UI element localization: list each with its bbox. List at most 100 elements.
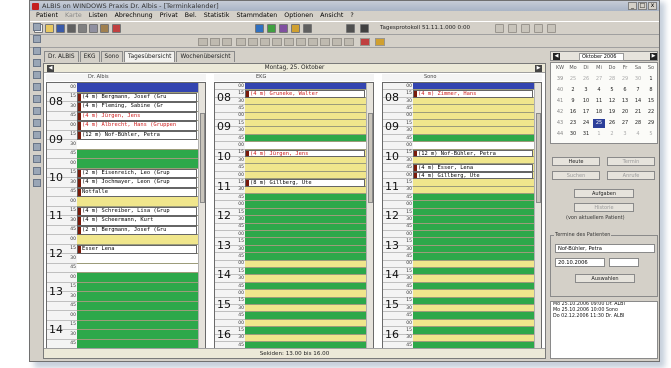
time-slot[interactable] <box>383 312 541 320</box>
mini-day[interactable]: 28 <box>632 119 644 128</box>
time-slot[interactable] <box>47 149 205 159</box>
copy-icon[interactable] <box>89 24 98 33</box>
appointment-entry[interactable]: (4 m) Gillberg, Ute <box>413 171 533 180</box>
mini-day[interactable]: 8 <box>645 86 657 95</box>
patient-icon[interactable] <box>112 24 121 33</box>
status-icon-b[interactable] <box>508 24 517 33</box>
layout-tool-icon-0[interactable] <box>198 38 208 46</box>
time-slot[interactable] <box>47 263 205 273</box>
time-slot[interactable] <box>47 311 205 321</box>
save-icon[interactable] <box>56 24 65 33</box>
tab-4[interactable]: Wochenübersicht <box>176 51 235 62</box>
column-scrollbar[interactable] <box>198 83 205 348</box>
appointment-log-line[interactable]: Do 02.12.2006 11:30 Dr. ALBI <box>551 314 657 320</box>
mini-day[interactable]: 9 <box>567 97 579 106</box>
appointment-entry[interactable]: (4 m) Zimmer, Hans <box>413 90 533 98</box>
time-slot[interactable] <box>215 83 373 91</box>
menu-item-5[interactable]: Bel. <box>185 11 197 20</box>
time-slot[interactable] <box>215 305 373 313</box>
menu-item-9[interactable]: Ansicht <box>320 11 343 20</box>
scrollbar-thumb[interactable] <box>536 113 541 203</box>
tab-0[interactable]: Dr. ALBIS <box>44 51 79 62</box>
mini-day[interactable]: 29 <box>645 119 657 128</box>
phone-icon[interactable] <box>303 24 312 33</box>
time-slot[interactable] <box>383 334 541 342</box>
appointment-entry[interactable]: (12 m) Nof-Bühler, Petra <box>413 149 533 157</box>
mini-day[interactable]: 3 <box>580 86 592 95</box>
time-slot[interactable] <box>215 142 373 150</box>
time-slot[interactable] <box>47 254 205 264</box>
time-slot[interactable] <box>47 140 205 150</box>
time-slot[interactable] <box>383 238 541 246</box>
mini-day[interactable]: 18 <box>593 108 605 117</box>
time-slot[interactable] <box>215 268 373 276</box>
search-icon[interactable] <box>346 24 355 33</box>
appointment-entry[interactable]: (4 m) Albrecht, Hans (Gruppen <box>77 121 197 131</box>
time-slot[interactable] <box>215 134 373 143</box>
layout-tool-icon-8[interactable] <box>296 38 306 46</box>
appointment-entry[interactable]: Esser Lena <box>77 244 197 254</box>
time-slot[interactable] <box>215 223 373 231</box>
mini-day[interactable]: 17 <box>580 108 592 117</box>
menu-item-8[interactable]: Optionen <box>284 11 313 20</box>
time-slot[interactable] <box>383 127 541 135</box>
quick-bar-icon-8[interactable] <box>33 119 41 127</box>
appointment-entry[interactable]: (4 m) Schreiber, Lisa (Grup <box>77 206 197 216</box>
title-bar[interactable]: ALBIS on WINDOWS Praxis Dr. Albis - [Ter… <box>30 1 659 11</box>
time-slot[interactable] <box>47 282 205 292</box>
lab-icon[interactable] <box>279 24 288 33</box>
appointment-entry[interactable]: (4 m) Esser, Lena <box>413 164 533 172</box>
time-slot[interactable] <box>215 297 373 305</box>
print-icon[interactable] <box>67 24 76 33</box>
appointment-entry[interactable]: (4 m) Gruneke, Walter <box>245 90 365 98</box>
mini-day[interactable]: 31 <box>580 130 592 139</box>
column-scrollbar[interactable] <box>366 83 373 348</box>
time-slot[interactable] <box>383 253 541 261</box>
mini-day[interactable]: 2 <box>606 130 618 139</box>
tab-3[interactable]: Tagesübersicht <box>123 51 176 62</box>
maximize-button[interactable]: □ <box>638 2 647 10</box>
quick-bar-icon-12[interactable] <box>33 167 41 175</box>
layout-tool-icon-11[interactable] <box>332 38 342 46</box>
quick-bar-icon-0[interactable] <box>33 23 41 31</box>
layout-tool-icon-7[interactable] <box>284 38 294 46</box>
mini-day[interactable]: 25 <box>593 119 605 128</box>
mini-day[interactable]: 1 <box>593 130 605 139</box>
appointment-entry[interactable]: (12 m) Nof-Bühler, Petra <box>77 130 197 140</box>
mini-calendar-month[interactable]: Oktober 2006 <box>579 53 624 61</box>
mini-day[interactable]: 11 <box>593 97 605 106</box>
patient-appointment-list[interactable]: Mo 25.10.2006 09:00 Dr. ALBI Mo 25.10.200… <box>550 301 658 359</box>
mini-next-month-icon[interactable]: ▶ <box>650 53 657 60</box>
status-icon-d[interactable] <box>534 24 543 33</box>
layout-tool-icon-13[interactable] <box>360 38 370 46</box>
time-slot[interactable] <box>215 120 373 128</box>
time-slot[interactable] <box>383 305 541 313</box>
calendar-icon[interactable] <box>255 24 264 33</box>
time-slot[interactable] <box>383 275 541 283</box>
menu-item-2[interactable]: Listen <box>89 11 108 20</box>
layout-tool-icon-1[interactable] <box>210 38 220 46</box>
time-slot[interactable] <box>383 157 541 165</box>
time-slot[interactable] <box>215 238 373 246</box>
mini-day[interactable]: 15 <box>645 97 657 106</box>
time-slot[interactable] <box>215 312 373 320</box>
mini-day[interactable]: 30 <box>567 130 579 139</box>
mini-day[interactable]: 4 <box>632 130 644 139</box>
time-slot[interactable] <box>215 334 373 342</box>
mini-day[interactable]: 1 <box>645 75 657 84</box>
calendar-column-2[interactable]: 00 15 30 45 08 00 15 30 45 09 00 15 30 45 10 00 15 30 45 11… <box>382 82 542 349</box>
mini-day[interactable]: 26 <box>606 119 618 128</box>
time-slot[interactable] <box>215 253 373 261</box>
mini-day[interactable]: 10 <box>580 97 592 106</box>
time-slot[interactable] <box>215 201 373 209</box>
time-slot[interactable] <box>383 268 541 276</box>
mini-day[interactable]: 29 <box>619 75 631 84</box>
mini-day[interactable]: 12 <box>606 97 618 106</box>
time-slot[interactable] <box>215 327 373 335</box>
quick-bar-icon-13[interactable] <box>33 179 41 187</box>
font-icon[interactable] <box>360 24 369 33</box>
time-slot[interactable] <box>383 134 541 143</box>
quick-bar-icon-7[interactable] <box>33 107 41 115</box>
mini-day[interactable]: 30 <box>632 75 644 84</box>
time-slot[interactable] <box>383 208 541 217</box>
